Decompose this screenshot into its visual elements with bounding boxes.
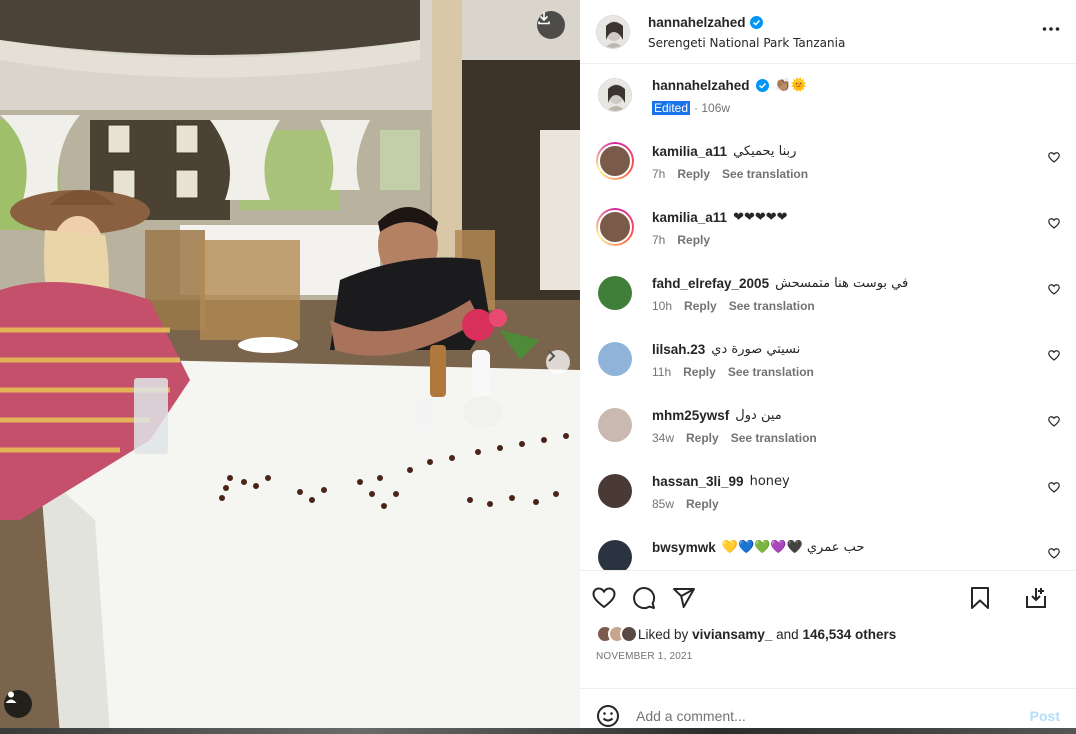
reply-button[interactable]: Reply [683,365,716,379]
commenter-avatar[interactable] [596,208,634,246]
comment-row: kamilia_a11 ربنا يحميكي 7h Reply See transla… [580,142,1076,208]
verified-icon [749,15,763,29]
comment-icon [633,587,656,610]
bookmark-icon [971,587,989,609]
reply-button[interactable]: Reply [686,497,719,511]
commenter-username[interactable]: lilsah.23 [652,342,705,357]
next-arrow-icon [548,350,556,362]
likes-count[interactable]: 146,534 others [802,627,896,642]
comment-text: honey [749,474,790,489]
comment-time[interactable]: 34w [652,431,674,445]
comments-list[interactable]: hannahelzahed 👏🏽🌞 Edited · 106w kamilia_… [580,64,1076,570]
comment-like-heart-icon[interactable] [1048,548,1060,559]
comment-time[interactable]: 7h [652,233,665,247]
post-date[interactable]: NOVEMBER 1, 2021 [592,651,1064,662]
verified-icon [755,79,769,92]
photo-scene [0,0,580,734]
post-comment-button[interactable]: Post [1030,708,1060,724]
commenter-avatar[interactable] [598,276,632,310]
author-avatar[interactable] [596,14,630,49]
post-details-panel: hannahelzahed Serengeti National Park Ta… [580,0,1076,728]
commenter-username[interactable]: fahd_elrefay_2005 [652,276,769,291]
commenter-username[interactable]: hassan_3li_99 [652,474,744,489]
see-translation-button[interactable]: See translation [722,167,808,181]
likes-summary: Liked by viviansamy_ and 146,534 others [592,625,1064,643]
caption-avatar[interactable] [598,78,632,112]
save-to-collection-button[interactable] [1024,586,1048,610]
see-translation-button[interactable]: See translation [729,299,815,313]
commenter-username[interactable]: kamilia_a11 [652,210,727,225]
commenter-avatar[interactable] [596,142,634,180]
commenter-avatar[interactable] [598,408,632,442]
reply-button[interactable]: Reply [677,233,710,247]
bookmark-button[interactable] [970,586,990,610]
comment-button[interactable] [632,586,656,610]
comment-like-heart-icon[interactable] [1048,284,1060,295]
commenter-username[interactable]: bwsymwk [652,540,716,555]
commenter-avatar[interactable] [598,342,632,376]
post-actions: Liked by viviansamy_ and 146,534 others … [580,570,1076,688]
caption: hannahelzahed 👏🏽🌞 Edited · 106w [580,76,1076,142]
author-username[interactable]: hannahelzahed [648,15,763,30]
edited-label: Edited [652,101,691,115]
comment-text: في بوست هنا متمسحش [775,276,909,291]
commenter-avatar[interactable] [598,474,632,508]
caption-age[interactable]: · 106w [694,101,730,115]
comment-time[interactable]: 85w [652,497,674,511]
commenter-avatar[interactable] [598,540,632,570]
more-icon[interactable] [1042,26,1060,32]
comment-input[interactable] [636,707,1030,724]
comment-row: fahd_elrefay_2005 في بوست هنا متمسحش 10h Re… [580,274,1076,340]
share-button[interactable] [672,586,696,610]
see-translation-button[interactable]: See translation [731,431,817,445]
comment-text: ربنا يحميكي [733,144,797,159]
comment-like-heart-icon[interactable] [1048,218,1060,229]
comment-like-heart-icon[interactable] [1048,350,1060,361]
next-photo-button[interactable] [546,350,570,374]
liked-by-user[interactable]: viviansamy_ [692,627,772,642]
comment-text: نسيتي صورة دي [711,342,801,357]
comment-row: hassan_3li_99 honey 85w Reply [580,472,1076,538]
liked-by-prefix: Liked by [638,626,689,642]
comment-text: ❤❤❤❤❤ [733,210,788,225]
save-to-collection-icon [1026,588,1046,608]
share-icon [673,588,695,608]
comment-rows: kamilia_a11 ربنا يحميكي 7h Reply See transla… [580,142,1076,570]
comment-time[interactable]: 10h [652,299,672,313]
comment-row: bwsymwk 💛💙💚💜🖤 حب عمري [580,538,1076,570]
caption-text: 👏🏽🌞 [774,78,807,93]
download-icon [538,12,550,25]
comment-like-heart-icon[interactable] [1048,482,1060,493]
post-location[interactable]: Serengeti National Park Tanzania [648,36,845,50]
reply-button[interactable]: Reply [684,299,717,313]
emoji-icon[interactable] [596,704,620,728]
comment-like-heart-icon[interactable] [1048,152,1060,163]
commenter-username[interactable]: kamilia_a11 [652,144,727,159]
commenter-username[interactable]: mhm25ywsf [652,408,729,423]
author-username-text: hannahelzahed [648,14,746,30]
heart-icon [592,587,616,609]
reply-button[interactable]: Reply [686,431,719,445]
tag-user-icon [5,691,17,703]
post-header: hannahelzahed Serengeti National Park Ta… [580,0,1076,64]
comment-like-heart-icon[interactable] [1048,416,1060,427]
post-photo[interactable] [0,0,580,734]
comment-text: مين دول [735,408,782,423]
liked-by-joiner: and [776,626,799,642]
comment-row: lilsah.23 نسيتي صورة دي 11h Reply See transl… [580,340,1076,406]
comment-time[interactable]: 7h [652,167,665,181]
liker-avatars[interactable] [596,625,638,643]
reply-button[interactable]: Reply [677,167,710,181]
like-button[interactable] [592,587,616,609]
comment-row: mhm25ywsf مين دول 34w Reply See translation [580,406,1076,472]
download-button[interactable] [537,11,565,39]
comment-row: kamilia_a11 ❤❤❤❤❤ 7h Reply [580,208,1076,274]
background-strip [0,728,1076,734]
comment-text: 💛💙💚💜🖤 حب عمري [721,540,865,555]
tagged-users-button[interactable] [4,690,32,718]
caption-username[interactable]: hannahelzahed [652,78,750,93]
comment-time[interactable]: 11h [652,365,671,379]
see-translation-button[interactable]: See translation [728,365,814,379]
